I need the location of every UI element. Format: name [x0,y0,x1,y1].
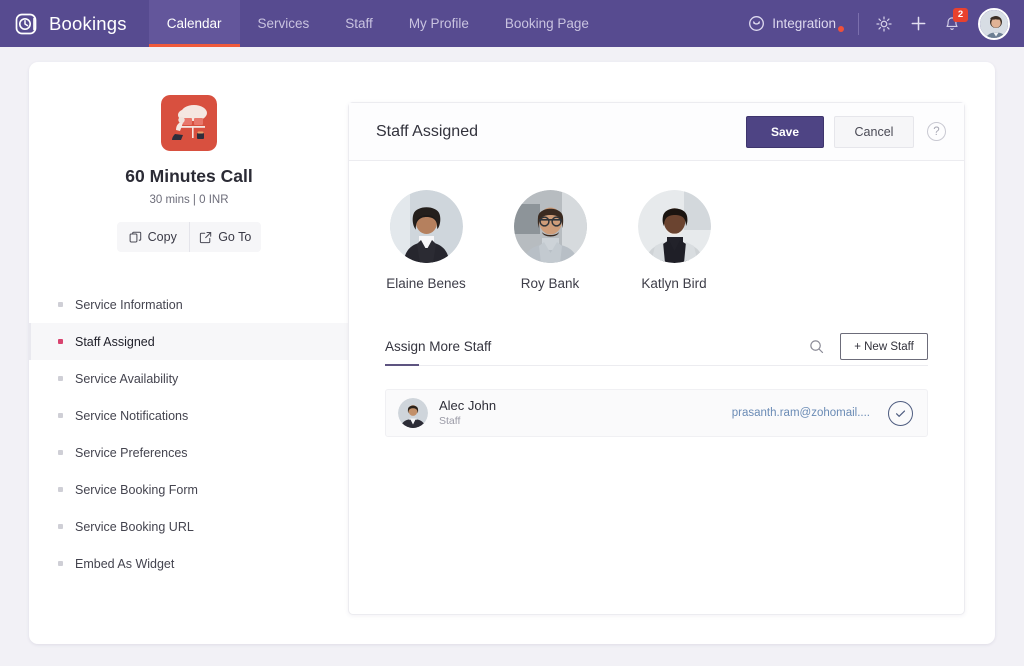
assigned-staff-grid: Elaine Benes Roy Bank Katlyn Bird [349,161,964,291]
cancel-button[interactable]: Cancel [834,115,914,148]
plus-icon [909,14,928,33]
staff-card[interactable]: Katlyn Bird [633,190,715,291]
sidebar-item-service-preferences[interactable]: Service Preferences [29,434,349,471]
tab-staff-label: Staff [345,16,373,31]
bullet-icon [58,376,63,381]
panel-header: Staff Assigned Save Cancel ? [349,103,964,161]
app-brand[interactable]: Bookings [0,0,149,47]
sidebar-item-label: Service Preferences [75,445,188,460]
service-action-group: Copy Go To [117,222,261,252]
bullet-icon [58,450,63,455]
bullet-icon [58,302,63,307]
sidebar-item-staff-assigned[interactable]: Staff Assigned [29,323,349,360]
search-icon[interactable] [809,339,824,354]
sidebar-item-service-availability[interactable]: Service Availability [29,360,349,397]
staff-card[interactable]: Roy Bank [509,190,591,291]
sidebar-item-service-notifications[interactable]: Service Notifications [29,397,349,434]
staff-assigned-panel: Staff Assigned Save Cancel ? Elaine Bene… [348,102,965,615]
staff-name: Roy Bank [520,276,580,291]
bullet-icon [58,561,63,566]
sidebar-item-label: Staff Assigned [75,334,155,349]
service-title: 60 Minutes Call [125,166,253,186]
staff-name: Katlyn Bird [641,276,707,291]
copy-icon [129,231,142,244]
sidebar-item-service-booking-form[interactable]: Service Booking Form [29,471,349,508]
add-button[interactable] [901,7,935,41]
staff-name: Elaine Benes [386,276,466,291]
tab-my-profile-label: My Profile [408,16,469,31]
sidebar-item-label: Embed As Widget [75,556,175,571]
nav-divider [858,12,859,35]
staff-row-identity: Alec John Staff [439,398,496,429]
sidebar-item-label: Service Availability [75,371,179,386]
tab-services-label: Services [257,16,310,31]
tab-staff[interactable]: Staff [327,0,391,47]
tab-booking-page[interactable]: Booking Page [487,0,607,47]
bullet-icon [58,339,63,344]
tab-services[interactable]: Services [240,0,328,47]
gear-icon [875,15,893,33]
avatar [398,398,428,428]
copy-button-label: Copy [147,230,177,244]
settings-button[interactable] [867,7,901,41]
help-icon[interactable]: ? [927,122,946,141]
copy-button[interactable]: Copy [117,222,189,252]
tab-booking-page-label: Booking Page [504,16,589,31]
page-title: Staff Assigned [376,122,478,140]
staff-row-name: Alec John [439,397,497,413]
external-link-icon [199,231,212,244]
sidebar-item-service-booking-url[interactable]: Service Booking URL [29,508,349,545]
bullet-icon [58,487,63,492]
assign-more-staff-label: Assign More Staff [385,339,492,354]
service-section-list: Service Information Staff Assigned Servi… [29,286,349,582]
new-staff-button[interactable]: + New Staff [840,333,928,360]
staff-result-row[interactable]: Alec John Staff prasanth.ram@zohomail...… [385,389,928,437]
notification-badge: 2 [953,7,968,22]
sidebar-item-embed-as-widget[interactable]: Embed As Widget [29,545,349,582]
avatar [637,190,711,263]
integration-icon [748,15,765,32]
sidebar-item-service-information[interactable]: Service Information [29,286,349,323]
bullet-icon [58,524,63,529]
service-sidebar: 60 Minutes Call 30 mins | 0 INR Copy Go … [29,62,349,644]
active-tab-underline [385,364,419,366]
service-thumbnail-icon [161,95,217,151]
select-staff-checkmark-icon[interactable] [888,400,913,426]
save-button[interactable]: Save [746,115,824,148]
notifications-button[interactable]: 2 [935,7,969,41]
sidebar-item-label: Service Booking URL [75,519,194,534]
bullet-icon [58,413,63,418]
page-card: 60 Minutes Call 30 mins | 0 INR Copy Go … [29,62,995,644]
integration-button[interactable]: Integration [734,15,850,32]
top-nav-right-cluster: Integration 2 [734,0,1024,47]
user-avatar[interactable] [978,7,1010,40]
top-navigation-bar: Bookings Calendar Services Staff My Prof… [0,0,1024,47]
staff-row-role: Staff [439,414,461,427]
assign-more-staff-bar: Assign More Staff + New Staff [385,328,928,366]
bookings-logo-icon [14,11,40,37]
go-to-button[interactable]: Go To [188,222,262,252]
staff-card[interactable]: Elaine Benes [385,190,467,291]
avatar [389,190,463,263]
sidebar-item-label: Service Information [75,297,183,312]
integration-label: Integration [772,16,836,31]
tab-calendar[interactable]: Calendar [148,0,240,47]
main-nav-tabs: Calendar Services Staff My Profile Booki… [148,0,607,47]
integration-alert-dot [838,26,844,32]
assign-bar-actions: + New Staff [809,333,928,360]
avatar [513,190,587,263]
tab-calendar-label: Calendar [166,16,222,31]
go-to-button-label: Go To [218,230,252,244]
sidebar-item-label: Service Booking Form [75,482,198,497]
brand-name-label: Bookings [49,12,127,34]
service-meta: 30 mins | 0 INR [149,194,229,206]
tab-my-profile[interactable]: My Profile [391,0,487,47]
panel-header-actions: Save Cancel ? [746,115,946,148]
sidebar-item-label: Service Notifications [75,408,189,423]
staff-row-email: prasanth.ram@zohomail.... [731,407,870,419]
